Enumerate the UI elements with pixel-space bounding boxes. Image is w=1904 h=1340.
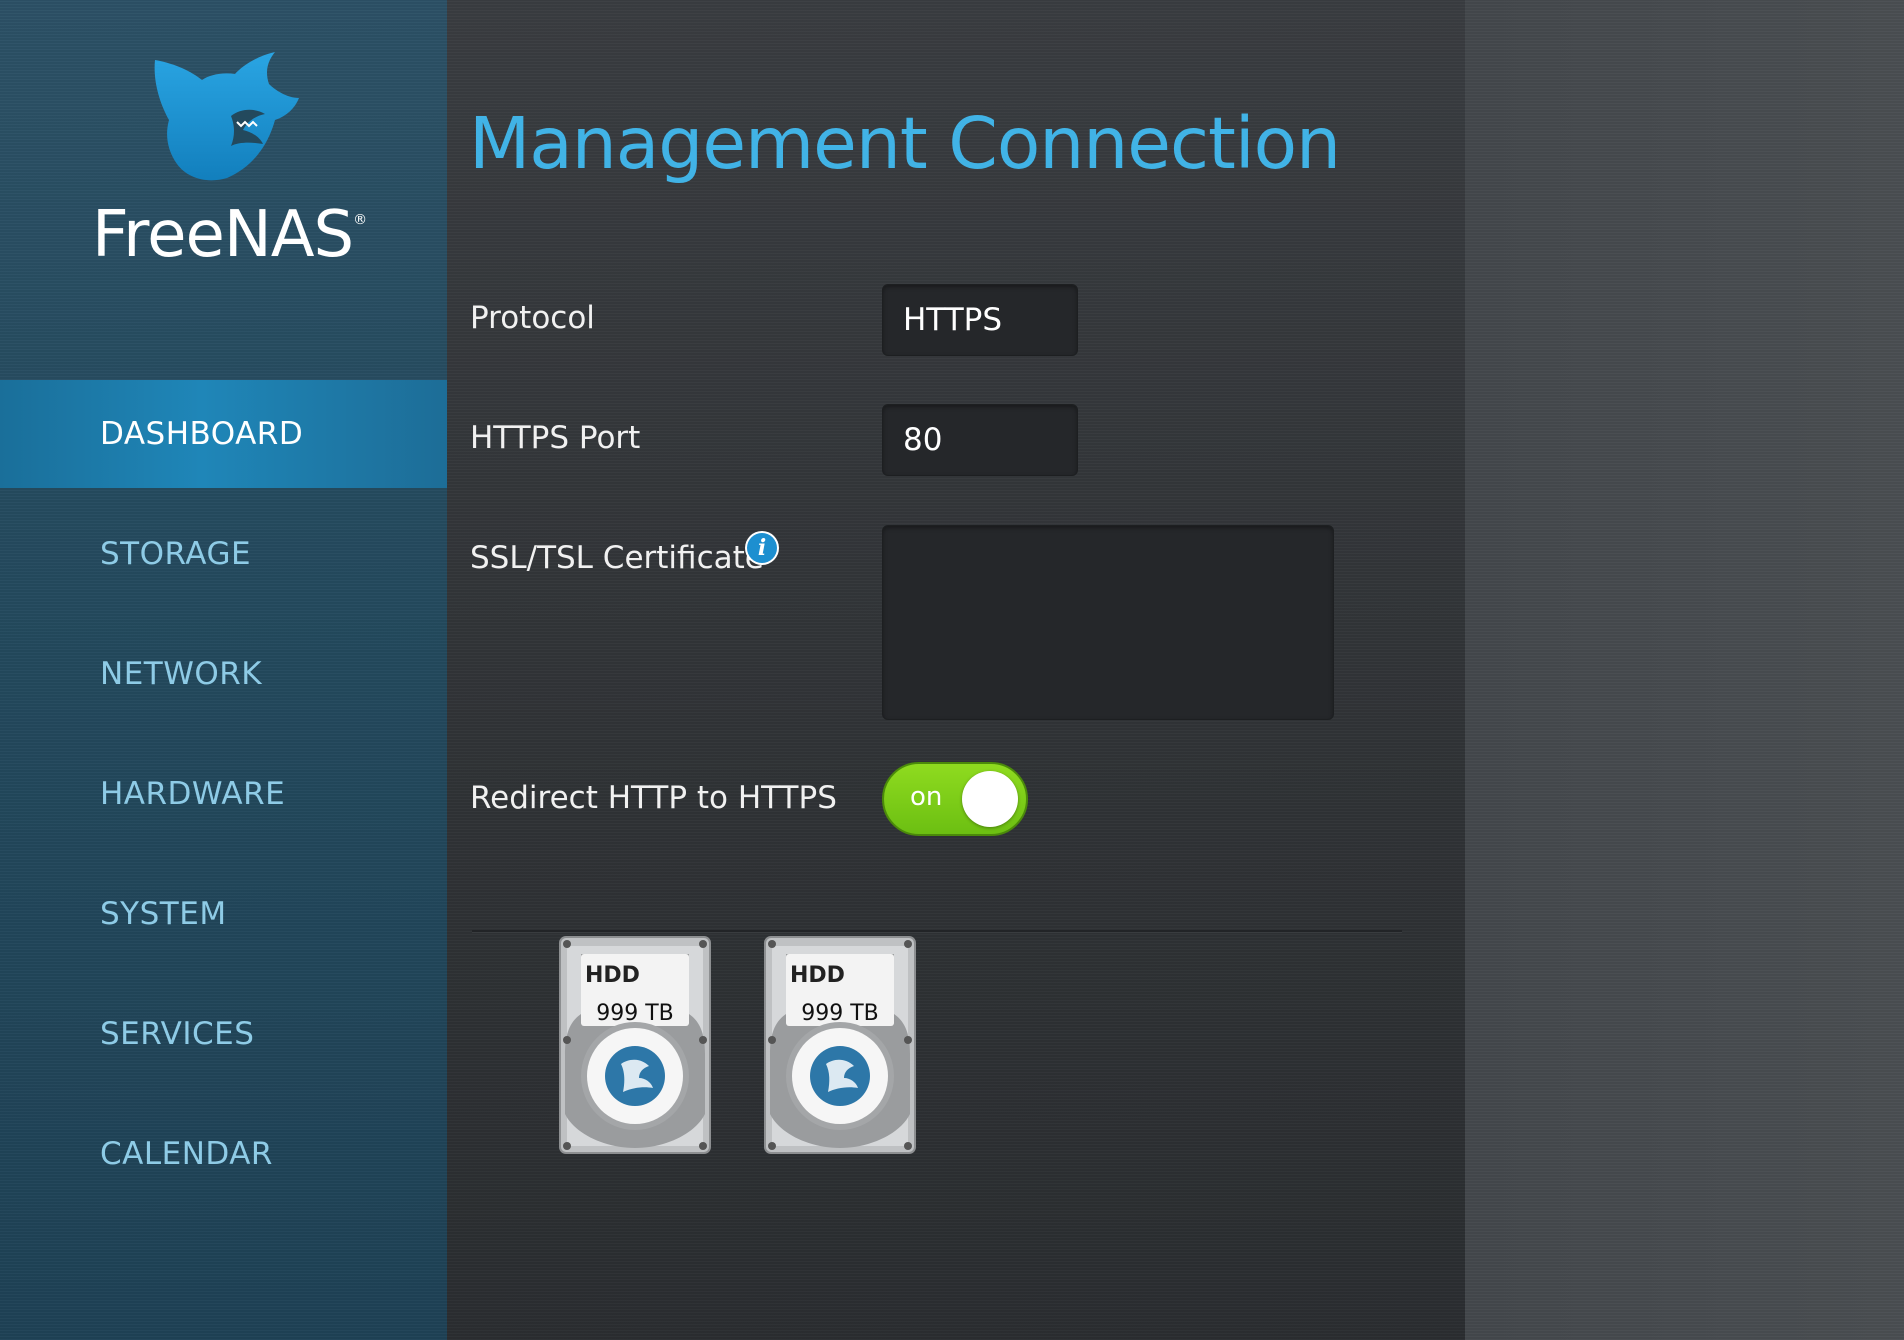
certificate-textarea[interactable] [882,525,1334,720]
redirect-toggle[interactable]: on [882,762,1028,836]
hdd-icon: HDD 999 TB [764,936,916,1154]
info-icon[interactable]: i [747,533,777,563]
freenas-shark-icon [154,52,299,181]
sidebar-item-label: CALENDAR [100,1136,273,1172]
drive-card[interactable]: HDD 999 TB [764,936,916,1154]
sidebar-item-dashboard[interactable]: DASHBOARD [0,380,448,488]
page-title: Management Connection [469,102,1341,185]
right-pane [1465,0,1904,1340]
certificate-label: SSL/TSL Certificate [470,540,764,576]
protocol-label: Protocol [470,300,595,336]
drive-capacity: 999 TB [596,1001,674,1026]
main-panel: Management Connection Protocol HTTPS Por… [447,0,1465,1340]
hdd-icon: HDD 999 TB [559,936,711,1154]
sidebar: FreeNAS® DASHBOARD STORAGE NETWORK HARDW… [0,0,448,1340]
sidebar-item-label: STORAGE [100,536,252,572]
sidebar-item-label: SYSTEM [100,896,227,932]
brand-name: FreeNAS® [92,198,367,272]
drive-type-label: HDD [790,963,845,988]
toggle-knob [962,771,1018,827]
sidebar-item-hardware[interactable]: HARDWARE [0,740,448,848]
redirect-label: Redirect HTTP to HTTPS [470,780,837,816]
sidebar-item-label: DASHBOARD [100,416,304,452]
sidebar-item-label: SERVICES [100,1016,255,1052]
sidebar-item-label: HARDWARE [100,776,286,812]
https-port-label: HTTPS Port [470,420,641,456]
sidebar-item-services[interactable]: SERVICES [0,980,448,1088]
logo: FreeNAS® [92,50,372,280]
toggle-state-label: on [910,782,943,812]
divider [472,930,1402,932]
drive-card[interactable]: HDD 999 TB [559,936,711,1154]
drive-type-label: HDD [585,963,640,988]
sidebar-item-storage[interactable]: STORAGE [0,500,448,608]
sidebar-item-network[interactable]: NETWORK [0,620,448,728]
sidebar-item-label: NETWORK [100,656,263,692]
sidebar-item-system[interactable]: SYSTEM [0,860,448,968]
https-port-field[interactable] [882,404,1078,476]
drive-capacity: 999 TB [801,1001,879,1026]
protocol-field[interactable] [882,284,1078,356]
sidebar-nav: DASHBOARD STORAGE NETWORK HARDWARE SYSTE… [0,380,448,1220]
sidebar-item-calendar[interactable]: CALENDAR [0,1100,448,1208]
